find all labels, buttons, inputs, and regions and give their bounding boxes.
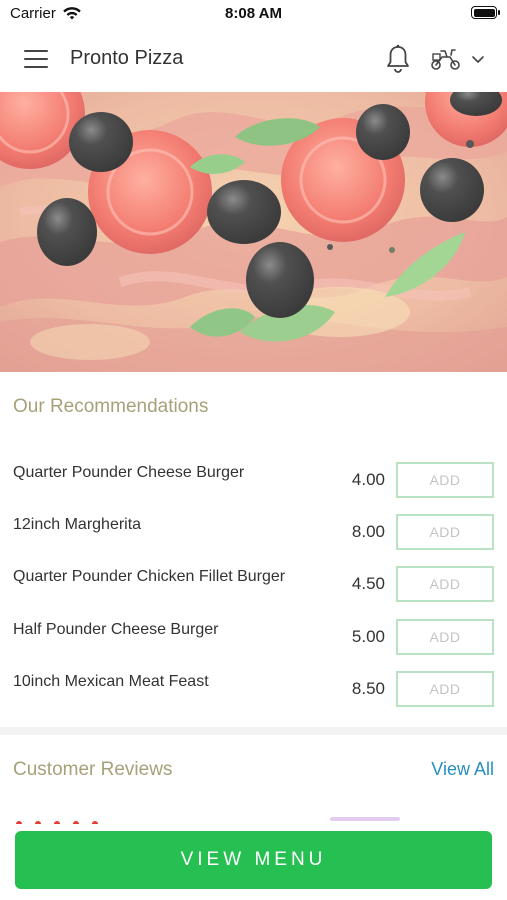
hero-pizza-image (0, 92, 507, 372)
rating-stars (16, 814, 116, 824)
star-icon (16, 821, 22, 824)
view-menu-button[interactable]: VIEW MENU (15, 831, 492, 889)
page-title: Pronto Pizza (70, 47, 184, 69)
list-item: Quarter Pounder Cheese Burger 4.00 ADD (0, 462, 507, 514)
list-item: 10inch Mexican Meat Feast 8.50 ADD (0, 671, 507, 723)
star-icon (35, 821, 41, 824)
add-button[interactable]: ADD (396, 619, 494, 655)
item-price: 8.50 (351, 679, 385, 698)
battery-icon (471, 6, 500, 19)
app-header: Pronto Pizza (0, 28, 507, 92)
item-price: 8.00 (351, 522, 385, 541)
chevron-down-icon[interactable] (470, 52, 486, 66)
add-button[interactable]: ADD (396, 462, 494, 498)
item-name: Quarter Pounder Cheese Burger (13, 464, 245, 481)
star-icon (92, 821, 98, 824)
item-name: Quarter Pounder Chicken Fillet Burger (13, 568, 286, 585)
recommendations-title: Our Recommendations (13, 396, 209, 417)
list-item: Quarter Pounder Chicken Fillet Burger 4.… (0, 566, 507, 618)
section-divider (0, 727, 507, 735)
item-price: 4.50 (351, 574, 385, 593)
add-button[interactable]: ADD (396, 514, 494, 550)
add-button[interactable]: ADD (396, 671, 494, 707)
status-bar: Carrier 8:08 AM (0, 0, 507, 28)
hamburger-menu-icon[interactable] (24, 50, 48, 68)
list-item: 12inch Margherita 8.00 ADD (0, 514, 507, 566)
add-button[interactable]: ADD (396, 566, 494, 602)
list-item: Half Pounder Cheese Burger 5.00 ADD (0, 619, 507, 671)
clock: 8:08 AM (225, 5, 282, 22)
item-name: 12inch Margherita (13, 516, 142, 533)
item-price: 4.00 (351, 470, 385, 489)
view-all-link[interactable]: View All (431, 759, 494, 780)
item-name: 10inch Mexican Meat Feast (13, 673, 209, 690)
star-icon (54, 821, 60, 824)
review-snippet (330, 817, 400, 821)
item-price: 5.00 (351, 627, 385, 646)
reviews-title: Customer Reviews (13, 759, 173, 780)
delivery-scooter-icon[interactable] (430, 47, 462, 71)
item-name: Half Pounder Cheese Burger (13, 621, 219, 638)
bell-icon[interactable] (384, 44, 412, 74)
star-icon (73, 821, 79, 824)
